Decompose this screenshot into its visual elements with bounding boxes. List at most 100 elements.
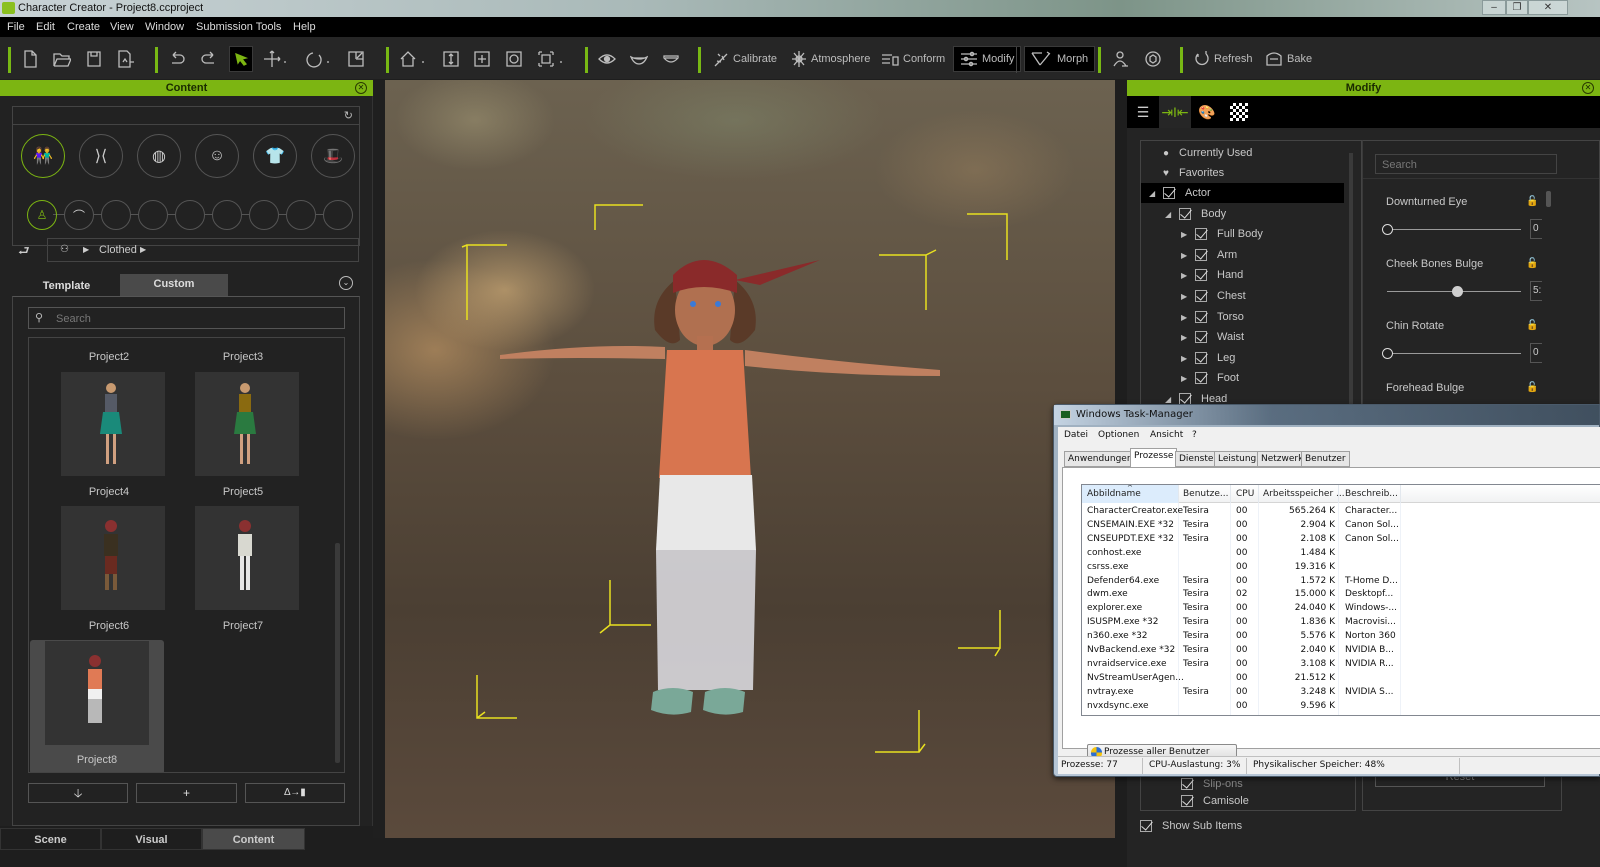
process-row[interactable]: explorer.exe Tesira 00 24.040 K Windows-... xyxy=(1082,602,1600,616)
orbit-view-button[interactable] xyxy=(505,46,523,72)
menu-view[interactable]: View xyxy=(110,21,134,33)
subcategory-clothed[interactable]: ♙ xyxy=(27,200,57,230)
redo-button[interactable] xyxy=(200,46,218,72)
slider-scrollbar[interactable] xyxy=(1546,191,1551,207)
tab-morph[interactable]: ⇥I⇤ xyxy=(1159,96,1191,128)
morph-button[interactable]: Morph xyxy=(1024,46,1096,72)
breadcrumb-item[interactable]: Clothed xyxy=(99,244,137,256)
process-row[interactable]: csrss.exe 00 19.316 K xyxy=(1082,561,1600,575)
checkbox[interactable] xyxy=(1195,352,1207,364)
back-icon[interactable]: ⮐ xyxy=(18,242,30,264)
process-row[interactable]: conhost.exe 00 1.484 K xyxy=(1082,547,1600,561)
category-clothing[interactable]: 👕 xyxy=(253,134,297,178)
close-panel-icon[interactable]: ✕ xyxy=(1582,82,1594,94)
tree-item-body[interactable]: ◢ Body xyxy=(1141,204,1351,224)
add-button[interactable]: + xyxy=(136,783,237,803)
tree-item-slip-ons[interactable]: Slip-ons xyxy=(1181,774,1243,794)
tree-item-foot[interactable]: ▶ Foot xyxy=(1141,368,1351,388)
checkbox[interactable] xyxy=(1179,208,1191,220)
tab-scene[interactable]: Scene xyxy=(0,828,101,850)
slider-value[interactable]: 0 xyxy=(1530,343,1542,363)
tree-item-full-body[interactable]: ▶ Full Body xyxy=(1141,224,1351,244)
mouth-view-button[interactable] xyxy=(630,46,648,72)
tab-visual[interactable]: Visual xyxy=(101,828,202,850)
calibrate-button[interactable]: Calibrate xyxy=(713,46,777,72)
category-character[interactable]: 👫 xyxy=(21,134,65,178)
checkbox[interactable] xyxy=(1195,249,1207,261)
home-view-button[interactable] xyxy=(399,46,427,72)
slider-knob[interactable] xyxy=(1451,286,1463,297)
process-row[interactable]: n360.exe *32 Tesira 00 5.576 K Norton 360 xyxy=(1082,630,1600,644)
slider-knob[interactable] xyxy=(1382,348,1393,359)
thumbnail-project5[interactable] xyxy=(195,372,299,476)
checkbox[interactable] xyxy=(1195,269,1207,281)
show-sub-items-checkbox[interactable]: Show Sub Items xyxy=(1140,816,1242,836)
tree-item-waist[interactable]: ▶ Waist xyxy=(1141,327,1351,347)
column-separator[interactable] xyxy=(1230,485,1231,503)
expand-arrow-icon[interactable]: ▶ xyxy=(1181,271,1195,280)
close-button[interactable]: ✕ xyxy=(1528,0,1568,15)
lock-icon[interactable]: 🔓 xyxy=(1526,258,1538,269)
process-row[interactable]: CNSEMAIN.EXE *32 Tesira 00 2.904 K Canon Sol… xyxy=(1082,519,1600,533)
category-accessory[interactable]: 🎩 xyxy=(311,134,355,178)
tab-content[interactable]: Content xyxy=(202,828,305,850)
process-row[interactable]: NvBackend.exe *32 Tesira 00 2.040 K NVIDIA B… xyxy=(1082,644,1600,658)
subcategory-slot[interactable] xyxy=(212,200,242,230)
column-header-memory[interactable]: Arbeitsspeicher ... xyxy=(1263,489,1345,499)
tab-material[interactable]: 🎨 xyxy=(1191,96,1223,128)
slider-value[interactable]: 0 xyxy=(1530,219,1542,239)
tab-template[interactable]: Template xyxy=(13,276,120,296)
process-row[interactable]: CNSEUPDT.EXE *32 Tesira 00 2.108 K Canon Sol… xyxy=(1082,533,1600,547)
morph-search-input[interactable]: Search xyxy=(1375,154,1557,174)
restore-button[interactable]: ❐ xyxy=(1506,0,1528,15)
checkbox[interactable] xyxy=(1195,331,1207,343)
checkbox[interactable] xyxy=(1195,228,1207,240)
tab-benutzer[interactable]: Benutzer xyxy=(1301,451,1350,467)
download-button[interactable]: 🡣 xyxy=(28,783,128,803)
menu-submission-tools[interactable]: Submission Tools xyxy=(196,21,281,33)
expand-arrow-icon[interactable]: ◢ xyxy=(1149,189,1163,198)
subcategory-slot[interactable] xyxy=(138,200,168,230)
lock-icon[interactable]: 🔓 xyxy=(1526,382,1538,393)
menu-edit[interactable]: Edit xyxy=(36,21,55,33)
menu-file[interactable]: File xyxy=(7,21,25,33)
move-tool-button[interactable] xyxy=(263,46,287,72)
menu-optionen[interactable]: Optionen xyxy=(1098,430,1139,440)
tab-dienste[interactable]: Dienste xyxy=(1175,451,1218,467)
checkbox[interactable] xyxy=(1163,187,1175,199)
process-row[interactable]: nvxdsync.exe 00 9.596 K xyxy=(1082,700,1600,714)
task-manager-title-bar[interactable]: Windows Task-Manager xyxy=(1054,405,1599,425)
tree-item-leg[interactable]: ▶ Leg xyxy=(1141,348,1351,368)
process-list[interactable]: Abbildname ^ Benutze... CPU Arbeitsspeic… xyxy=(1081,484,1600,716)
category-head[interactable]: ☺ xyxy=(195,134,239,178)
scale-tool-button[interactable] xyxy=(347,46,365,72)
tree-item-torso[interactable]: ▶ Torso xyxy=(1141,307,1351,327)
menu-datei[interactable]: Datei xyxy=(1064,430,1088,440)
new-file-button[interactable] xyxy=(22,46,38,72)
slider-value[interactable]: 5: xyxy=(1530,281,1542,301)
refresh-icon[interactable]: ↻ xyxy=(344,109,353,122)
process-row[interactable]: ISUSPM.exe *32 Tesira 00 1.836 K Macrovisi..… xyxy=(1082,616,1600,630)
tab-anwendungen[interactable]: Anwendungen xyxy=(1064,451,1137,467)
lock-icon[interactable]: 🔓 xyxy=(1526,320,1538,331)
rotate-tool-button[interactable] xyxy=(305,46,331,72)
column-separator[interactable] xyxy=(1258,485,1259,503)
tab-custom[interactable]: Custom xyxy=(120,274,228,296)
thumbnail-project4[interactable] xyxy=(61,372,165,476)
tab-prozesse[interactable]: Prozesse xyxy=(1130,448,1178,468)
atmosphere-button[interactable]: Atmosphere xyxy=(791,46,870,72)
lock-icon[interactable]: 🔓 xyxy=(1526,196,1538,207)
conform-button[interactable]: Conform xyxy=(881,46,945,72)
tab-netzwerk[interactable]: Netzwerk xyxy=(1257,451,1308,467)
expand-arrow-icon[interactable]: ▶ xyxy=(1181,354,1195,363)
column-separator[interactable] xyxy=(1178,485,1179,503)
subcategory-slot[interactable] xyxy=(323,200,353,230)
tree-item-actor[interactable]: ◢ Actor xyxy=(1141,183,1344,203)
select-tool-button[interactable] xyxy=(229,46,253,72)
column-separator[interactable] xyxy=(1400,485,1401,503)
3d-viewport[interactable] xyxy=(385,80,1115,838)
column-header-description[interactable]: Beschreib... xyxy=(1345,489,1398,499)
panel-splitter[interactable] xyxy=(373,80,385,838)
tab-texture[interactable] xyxy=(1223,96,1255,128)
slider-track[interactable] xyxy=(1387,229,1521,230)
